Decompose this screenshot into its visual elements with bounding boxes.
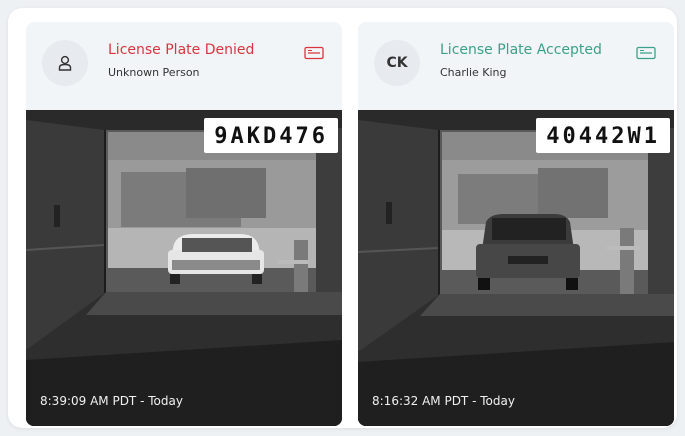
- plate-status-label: License Plate Accepted: [440, 42, 602, 58]
- license-plate-icon: [636, 46, 656, 60]
- avatar: CK: [374, 40, 420, 86]
- avatar: [42, 40, 88, 86]
- plate-event-card[interactable]: CK License Plate Accepted Charlie King 4…: [358, 22, 674, 426]
- garage-scene: [26, 110, 342, 426]
- camera-snapshot[interactable]: 9AKD476 8:39:09 AM PDT - Today: [26, 110, 342, 426]
- plate-number: 40442W1: [536, 118, 670, 153]
- camera-snapshot[interactable]: 40442W1 8:16:32 AM PDT - Today: [358, 110, 674, 426]
- plate-number: 9AKD476: [204, 118, 338, 153]
- plate-events-panel: License Plate Denied Unknown Person 9AKD…: [8, 8, 677, 428]
- license-plate-icon: [304, 46, 324, 60]
- card-header: CK License Plate Accepted Charlie King: [358, 22, 674, 110]
- plate-event-card[interactable]: License Plate Denied Unknown Person 9AKD…: [26, 22, 342, 426]
- person-icon: [58, 55, 72, 71]
- garage-scene: [358, 110, 674, 426]
- plate-status-label: License Plate Denied: [108, 42, 255, 58]
- event-timestamp: 8:39:09 AM PDT - Today: [40, 394, 183, 408]
- person-name: Charlie King: [440, 66, 507, 79]
- event-timestamp: 8:16:32 AM PDT - Today: [372, 394, 515, 408]
- avatar-initials: CK: [386, 55, 408, 71]
- person-name: Unknown Person: [108, 66, 200, 79]
- card-header: License Plate Denied Unknown Person: [26, 22, 342, 110]
